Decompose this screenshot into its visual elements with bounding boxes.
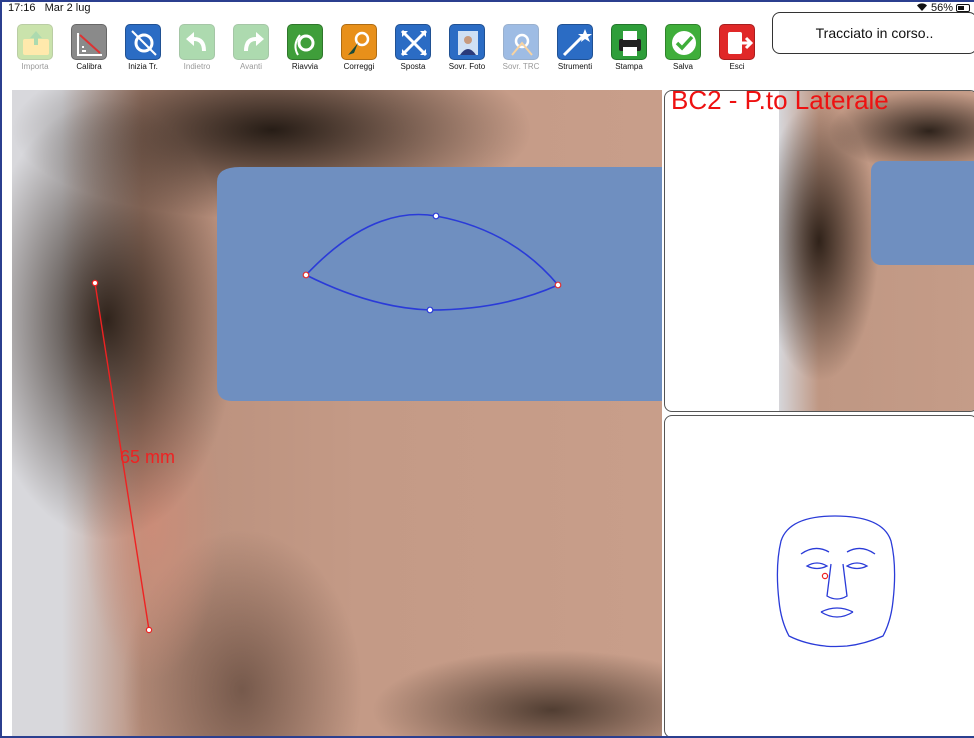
printer-button[interactable]: Stampa	[604, 24, 654, 71]
battery-icon	[956, 4, 970, 12]
save-check-button[interactable]: Salva	[658, 24, 708, 71]
overlay-trc-icon	[503, 24, 539, 60]
preview-privacy-mask	[871, 161, 974, 265]
right-eye	[845, 562, 869, 570]
printer-icon	[611, 24, 647, 60]
undo-label: Indietro	[183, 62, 211, 71]
calibrate-ruler-label: Calibra	[76, 62, 102, 71]
mouth-lower	[820, 611, 854, 618]
preview-title: BC2 - P.to Laterale	[671, 90, 889, 115]
correct-button[interactable]: Correggi	[334, 24, 384, 71]
tracing-status-box: Tracciato in corso..	[772, 12, 974, 54]
calibrate-ruler-icon	[71, 24, 107, 60]
overlay-photo-icon	[449, 24, 485, 60]
face-template-panel	[664, 415, 974, 736]
start-tracing-button[interactable]: Inizia Tr.	[118, 24, 168, 71]
tools-wand-button[interactable]: Strumenti	[550, 24, 600, 71]
calibrate-ruler-button[interactable]: Calibra	[64, 24, 114, 71]
status-date: Mar 2 lug	[44, 2, 91, 14]
correct-label: Correggi	[343, 62, 375, 71]
eye-bottom-point	[426, 306, 434, 314]
import-folder-icon	[17, 24, 53, 60]
main-photo-canvas[interactable]: 65 mm	[12, 90, 662, 738]
redo-button[interactable]: Avanti	[226, 24, 276, 71]
redo-icon	[233, 24, 269, 60]
tools-wand-icon	[557, 24, 593, 60]
mouth-upper	[820, 607, 854, 613]
measurement-end-point	[145, 626, 153, 634]
overlay-photo-label: Sovr. Foto	[448, 62, 486, 71]
restart-label: Riavvia	[291, 62, 319, 71]
start-tracing-label: Inizia Tr.	[128, 62, 158, 71]
exit-button[interactable]: Esci	[712, 24, 762, 71]
nose	[826, 563, 848, 600]
printer-label: Stampa	[615, 62, 643, 71]
preview-panel: BC2 - P.to Laterale	[664, 90, 974, 412]
template-reference-point	[821, 572, 829, 580]
save-check-label: Salva	[672, 62, 693, 71]
left-eye	[805, 562, 829, 570]
eye-top-point	[432, 212, 440, 220]
undo-icon	[179, 24, 215, 60]
correct-icon	[341, 24, 377, 60]
import-folder-label: Importa	[21, 62, 49, 71]
eye-right-point	[554, 281, 562, 289]
tracing-overlay[interactable]	[12, 90, 662, 738]
measurement-label: 65 mm	[120, 447, 176, 467]
save-check-icon	[665, 24, 701, 60]
move-arrows-label: Sposta	[400, 62, 426, 71]
left-eyebrow	[800, 547, 830, 555]
overlay-trc-label: Sovr. TRC	[502, 62, 540, 71]
move-arrows-icon	[395, 24, 431, 60]
measurement-start-point	[91, 279, 99, 287]
eye-left-point	[302, 271, 310, 279]
right-eyebrow	[846, 547, 876, 555]
overlay-photo-button[interactable]: Sovr. Foto	[442, 24, 492, 71]
exit-label: Esci	[729, 62, 745, 71]
privacy-mask	[217, 167, 662, 401]
face-template-drawing	[776, 515, 896, 648]
overlay-trc-button[interactable]: Sovr. TRC	[496, 24, 546, 71]
app-window: 17:16 Mar 2 lug 56% Importa Calibra Inizia…	[0, 0, 974, 738]
move-arrows-button[interactable]: Sposta	[388, 24, 438, 71]
import-folder-button[interactable]: Importa	[10, 24, 60, 71]
face-outline	[776, 515, 896, 648]
tools-wand-label: Strumenti	[557, 62, 593, 71]
exit-icon	[719, 24, 755, 60]
start-tracing-icon	[125, 24, 161, 60]
restart-button[interactable]: Riavvia	[280, 24, 330, 71]
redo-label: Avanti	[239, 62, 263, 71]
restart-icon	[287, 24, 323, 60]
undo-button[interactable]: Indietro	[172, 24, 222, 71]
status-time: 17:16	[8, 2, 36, 14]
